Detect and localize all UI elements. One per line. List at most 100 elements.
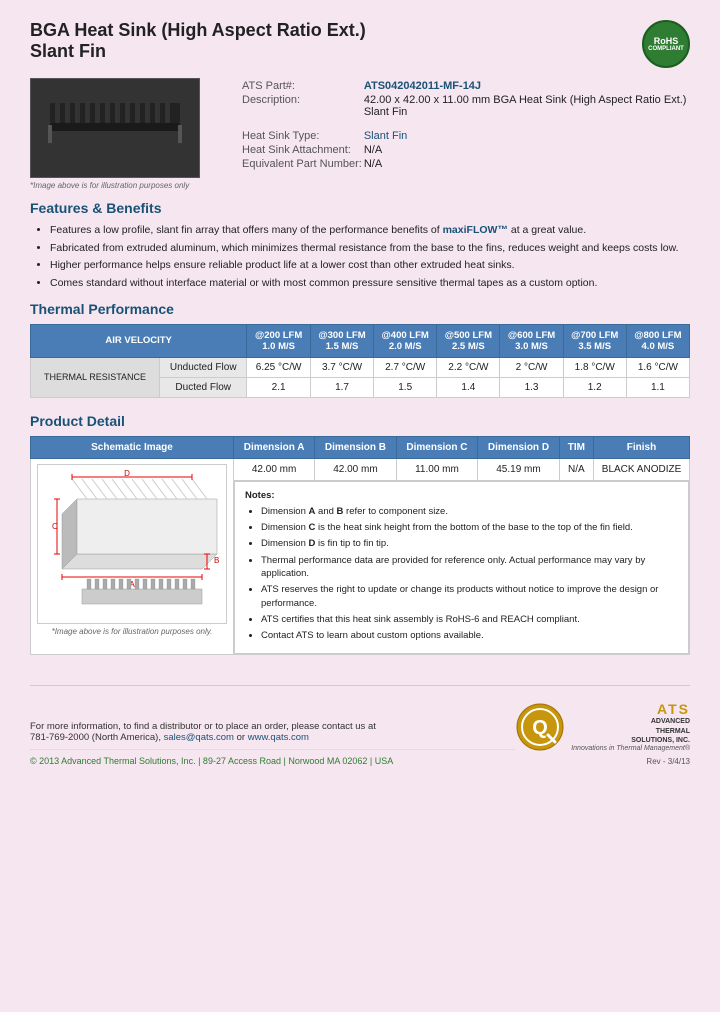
col-700-lfm: @700 LFM3.5 M/S [563,324,626,357]
ats-label: ATS [571,701,690,717]
col-500-lfm: @500 LFM2.5 M/S [437,324,500,357]
header-schematic: Schematic Image [31,436,234,458]
ats-logo-area: Q ATS ADVANCEDTHERMALSOLUTIONS, INC. Inn… [515,701,690,765]
unducted-800: 1.6 °C/W [626,357,689,377]
schematic-svg: D C A [42,469,222,619]
equiv-part-value: N/A [364,158,688,170]
header-finish: Finish [594,436,690,458]
features-list: Features a low profile, slant fin array … [30,223,690,291]
ats-part-value[interactable]: ATS042042011-MF-14J [364,80,481,92]
ats-brand-text: ATS ADVANCEDTHERMALSOLUTIONS, INC. Innov… [571,701,690,751]
note-7: Contact ATS to learn about custom option… [261,629,678,642]
heatsink-svg [40,83,190,173]
rohs-compliant: COMPLIANT [648,46,684,52]
schematic-cell: D C A [31,458,234,655]
unducted-flow-label: Unducted Flow [160,357,247,377]
equiv-part-label: Equivalent Part Number: [242,158,362,170]
rev-note: Rev - 3/4/13 [515,757,690,766]
schematic-image: D C A [37,464,227,624]
product-info-row: *Image above is for illustration purpose… [30,78,690,190]
header-dim-b: Dimension B [315,436,397,458]
notes-title: Notes: [245,490,678,501]
image-note: *Image above is for illustration purpose… [30,181,189,190]
notes-area: Notes: Dimension A and B refer to compon… [234,481,689,655]
svg-text:D: D [124,469,130,478]
schematic-note: *Image above is for illustration purpose… [37,627,227,636]
footer-address: | 89-27 Access Road | Norwood MA 02062 |… [198,756,393,766]
col-200-lfm: @200 LFM1.0 M/S [247,324,311,357]
product-detail-table: Schematic Image Dimension A Dimension B … [30,436,690,656]
product-details-table: ATS Part#: ATS042042011-MF-14J Descripti… [240,78,690,172]
product-detail-title: Product Detail [30,413,690,431]
maxiflow-highlight: maxiFLOW™ [443,224,508,236]
tim-value: N/A [559,458,593,480]
thermal-performance-section: Thermal Performance AIR VELOCITY @200 LF… [30,301,690,398]
ducted-600: 1.3 [500,377,563,397]
ducted-200: 2.1 [247,377,311,397]
unducted-500: 2.2 °C/W [437,357,500,377]
ducted-500: 1.4 [437,377,500,397]
col-800-lfm: @800 LFM4.0 M/S [626,324,689,357]
header-section: BGA Heat Sink (High Aspect Ratio Ext.) S… [30,20,690,68]
footer-area: For more information, to find a distribu… [30,685,690,765]
ats-q-logo: Q [515,702,565,752]
thermal-performance-title: Thermal Performance [30,301,690,319]
thermal-resistance-label: THERMAL RESISTANCE [31,357,160,397]
svg-text:Q: Q [532,717,548,739]
feature-item-4: Comes standard without interface materia… [50,276,690,291]
footer-website[interactable]: www.qats.com [248,732,309,743]
description-label: Description: [242,94,362,118]
finish-value: BLACK ANODIZE [594,458,690,480]
feature-item-3: Higher performance helps ensure reliable… [50,258,690,273]
dim-b-value: 42.00 mm [315,458,397,480]
heat-sink-type-label: Heat Sink Type: [242,130,362,142]
ats-tagline: Innovations in Thermal Management® [571,745,690,752]
unducted-700: 1.8 °C/W [563,357,626,377]
col-400-lfm: @400 LFM2.0 M/S [374,324,437,357]
header-dim-c: Dimension C [396,436,478,458]
page: BGA Heat Sink (High Aspect Ratio Ext.) S… [0,0,720,1012]
features-section: Features & Benefits Features a low profi… [30,200,690,291]
header-dim-a: Dimension A [234,436,315,458]
footer-left: For more information, to find a distribu… [30,721,515,766]
product-image [30,78,200,178]
notes-list: Dimension A and B refer to component siz… [245,505,678,643]
thermal-performance-table: AIR VELOCITY @200 LFM1.0 M/S @300 LFM1.5… [30,324,690,398]
rohs-text: RoHS [654,36,679,46]
footer-contact: For more information, to find a distribu… [30,721,515,743]
footer-or: or [237,732,248,743]
svg-text:C: C [52,522,58,531]
feature-item-1: Features a low profile, slant fin array … [50,223,690,238]
note-3: Dimension D is fin tip to fin tip. [261,537,678,550]
note-5: ATS reserves the right to update or chan… [261,583,678,610]
product-details-area: ATS Part#: ATS042042011-MF-14J Descripti… [230,78,690,190]
ats-part-label: ATS Part#: [242,80,362,92]
heat-sink-type-value[interactable]: Slant Fin [364,130,407,142]
rohs-badge: RoHS COMPLIANT [642,20,690,68]
unducted-300: 3.7 °C/W [310,357,373,377]
footer-email[interactable]: sales@qats.com [164,732,234,743]
attachment-label: Heat Sink Attachment: [242,144,362,156]
unducted-200: 6.25 °C/W [247,357,311,377]
dim-d-value: 45.19 mm [478,458,560,480]
ducted-700: 1.2 [563,377,626,397]
note-4: Thermal performance data are provided fo… [261,554,678,581]
title-block: BGA Heat Sink (High Aspect Ratio Ext.) S… [30,20,366,62]
air-velocity-header: AIR VELOCITY [31,324,247,357]
ducted-300: 1.7 [310,377,373,397]
features-title: Features & Benefits [30,200,690,218]
dim-a-value: 42.00 mm [234,458,315,480]
col-300-lfm: @300 LFM1.5 M/S [310,324,373,357]
page-title-line2: Slant Fin [30,41,366,62]
image-column: *Image above is for illustration purpose… [30,78,210,190]
ducted-800: 1.1 [626,377,689,397]
dim-c-value: 11.00 mm [396,458,478,480]
unducted-600: 2 °C/W [500,357,563,377]
feature-item-2: Fabricated from extruded aluminum, which… [50,241,690,256]
attachment-value: N/A [364,144,688,156]
page-title-line1: BGA Heat Sink (High Aspect Ratio Ext.) [30,20,366,41]
footer-contact-text: For more information, to find a distribu… [30,721,376,732]
header-dim-d: Dimension D [478,436,560,458]
header-tim: TIM [559,436,593,458]
ducted-flow-label: Ducted Flow [160,377,247,397]
